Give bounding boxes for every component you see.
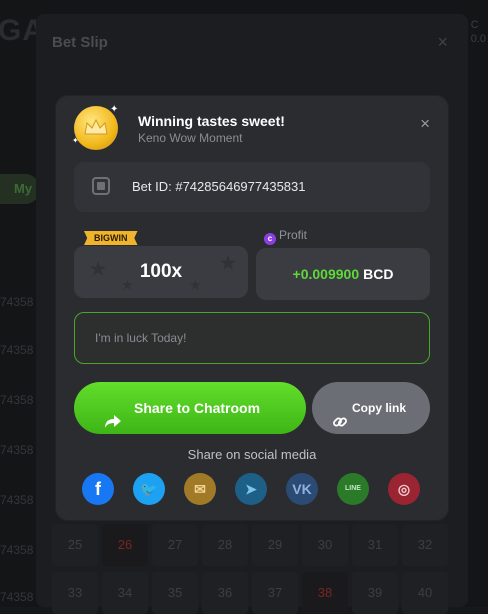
background-my-bets-tab[interactable]: My: [0, 174, 40, 204]
multiplier-box: ★ ★ ★ ★ 100x: [74, 246, 248, 298]
keno-cell[interactable]: 26: [102, 524, 148, 566]
keno-cell[interactable]: 28: [202, 524, 248, 566]
email-icon[interactable]: ✉: [184, 473, 216, 505]
keno-cell[interactable]: 37: [252, 572, 298, 614]
background-row-id: 74358: [0, 393, 34, 407]
background-row-id: 74358: [0, 295, 34, 309]
card-subtitle: Keno Wow Moment: [138, 131, 243, 145]
bet-id-row: Bet ID: #74285646977435831: [74, 162, 430, 212]
star-decoration: ★: [90, 259, 107, 279]
keno-cell[interactable]: 35: [152, 572, 198, 614]
link-icon: [332, 400, 348, 452]
share-arrow-icon: [104, 399, 122, 451]
sparkle-icon: ✦: [110, 104, 119, 115]
keno-cell[interactable]: 31: [352, 524, 398, 566]
bet-slip-close-icon[interactable]: ×: [437, 32, 448, 53]
message-input[interactable]: [74, 312, 430, 364]
keno-cell[interactable]: 27: [152, 524, 198, 566]
keno-cell[interactable]: 40: [402, 572, 448, 614]
profit-unit: BCD: [363, 266, 394, 282]
line-icon[interactable]: LINE: [337, 473, 369, 505]
background-row-id: 74358: [0, 493, 34, 507]
close-icon[interactable]: ×: [420, 114, 430, 134]
vk-icon[interactable]: VK: [286, 473, 318, 505]
keno-cell[interactable]: 33: [52, 572, 98, 614]
keno-cell[interactable]: 29: [252, 524, 298, 566]
facebook-icon[interactable]: f: [82, 473, 114, 505]
profit-box: +0.009900 BCD: [256, 248, 430, 300]
keno-cell[interactable]: 38: [302, 572, 348, 614]
telegram-icon[interactable]: ➤: [235, 473, 267, 505]
background-row-id: 74358: [0, 443, 34, 457]
keno-cell[interactable]: 39: [352, 572, 398, 614]
copy-link-label: Copy link: [352, 401, 407, 415]
bet-slip-title: Bet Slip: [52, 34, 108, 51]
bet-id-text: Bet ID: #74285646977435831: [132, 179, 306, 194]
background-balance: C 0.0: [470, 19, 486, 45]
background-row-id: 74358: [0, 543, 34, 557]
twitter-icon[interactable]: 🐦: [133, 473, 165, 505]
background-row-id: 74358: [0, 590, 34, 604]
bigwin-badge: BIGWIN: [84, 231, 138, 245]
ticket-icon: [92, 177, 110, 195]
sparkle-icon: ✦: [72, 136, 79, 145]
keno-cell[interactable]: 36: [202, 572, 248, 614]
star-decoration: ★: [122, 278, 133, 292]
share-to-chatroom-label: Share to Chatroom: [134, 400, 261, 416]
card-title: Winning tastes sweet!: [138, 113, 285, 129]
profit-value: +0.009900: [292, 266, 360, 282]
profit-label-text: Profit: [279, 228, 308, 242]
keno-cell[interactable]: 25: [52, 524, 98, 566]
keno-cell[interactable]: 34: [102, 572, 148, 614]
keno-cell[interactable]: 32: [402, 524, 448, 566]
instagram-icon[interactable]: ◎: [388, 473, 420, 505]
share-card: ✦ ✦ Winning tastes sweet! Keno Wow Momen…: [56, 96, 448, 520]
star-decoration: ★: [220, 253, 237, 273]
copy-link-button[interactable]: Copy link: [312, 382, 430, 434]
coin-icon: c: [264, 233, 276, 245]
star-decoration: ★: [190, 278, 201, 292]
keno-cell[interactable]: 30: [302, 524, 348, 566]
share-social-label: Share on social media: [187, 447, 317, 462]
background-row-id: 74358: [0, 343, 34, 357]
profit-label: c Profit: [264, 228, 307, 245]
multiplier-value: 100x: [139, 261, 183, 282]
share-to-chatroom-button[interactable]: Share to Chatroom: [74, 382, 306, 434]
